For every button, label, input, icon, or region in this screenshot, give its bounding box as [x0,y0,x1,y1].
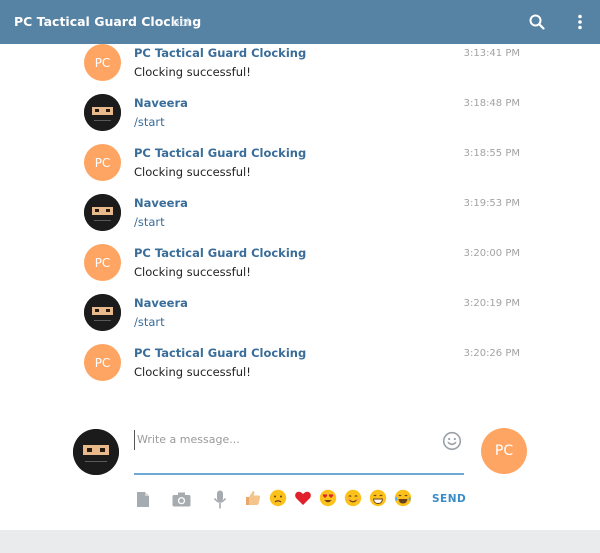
camera-icon[interactable] [171,489,191,509]
message-input-wrapper [134,428,464,475]
message: PC PC Tactical Guard Clocking 3:18:55 PM… [84,144,524,188]
message-input[interactable] [134,429,434,450]
my-avatar[interactable] [73,429,119,475]
user-avatar[interactable] [84,94,121,131]
message-author[interactable]: Naveera [134,196,188,210]
microphone-icon[interactable] [210,489,230,509]
message-time: 3:13:41 PM [463,48,520,59]
more-vertical-icon[interactable] [567,9,593,35]
message: Naveera 3:20:19 PM /start [84,294,524,338]
message-author[interactable]: Naveera [134,96,188,110]
bot-avatar[interactable]: PC [84,344,121,381]
message: PC PC Tactical Guard Clocking 3:20:00 PM… [84,244,524,288]
search-icon[interactable] [524,9,550,35]
heart-eyes-emoji[interactable] [319,489,337,507]
message-author[interactable]: PC Tactical Guard Clocking [134,146,306,160]
message-command[interactable]: /start [134,115,165,129]
emoji-picker-icon[interactable] [442,431,462,451]
bot-avatar[interactable]: PC [84,44,121,81]
file-icon[interactable] [133,489,153,509]
message-time: 3:19:53 PM [463,198,520,209]
red-heart-emoji[interactable] [294,489,312,507]
bottom-bar [0,530,600,553]
message: PC PC Tactical Guard Clocking 3:13:41 PM… [84,44,524,88]
message-author[interactable]: Naveera [134,296,188,310]
bot-tag: bot [172,15,191,29]
bot-avatar[interactable]: PC [84,244,121,281]
peer-avatar[interactable]: PC [481,428,527,474]
message-time: 3:18:48 PM [463,98,520,109]
message-command[interactable]: /start [134,215,165,229]
message-time: 3:20:00 PM [463,248,520,259]
grinning-face-emoji[interactable] [369,489,387,507]
message: Naveera 3:18:48 PM /start [84,94,524,138]
message-text: Clocking successful! [134,165,251,179]
send-button[interactable]: SEND [432,493,466,505]
message-time: 3:20:19 PM [463,298,520,309]
message-author[interactable]: PC Tactical Guard Clocking [134,246,306,260]
message-text: Clocking successful! [134,265,251,279]
thumbs-up-emoji[interactable] [244,489,262,507]
message-author[interactable]: PC Tactical Guard Clocking [134,346,306,360]
frowning-face-emoji[interactable] [269,489,287,507]
message: PC PC Tactical Guard Clocking 3:20:26 PM… [84,344,524,388]
chat-header: PC Tactical Guard Clocking bot [0,0,600,44]
smiling-face-emoji[interactable] [344,489,362,507]
tears-of-joy-emoji[interactable] [394,489,412,507]
message-command[interactable]: /start [134,315,165,329]
user-avatar[interactable] [84,194,121,231]
bot-avatar[interactable]: PC [84,144,121,181]
message: Naveera 3:19:53 PM /start [84,194,524,238]
message-time: 3:20:26 PM [463,348,520,359]
user-avatar[interactable] [84,294,121,331]
message-author[interactable]: PC Tactical Guard Clocking [134,46,306,60]
message-text: Clocking successful! [134,365,251,379]
message-time: 3:18:55 PM [463,148,520,159]
message-text: Clocking successful! [134,65,251,79]
